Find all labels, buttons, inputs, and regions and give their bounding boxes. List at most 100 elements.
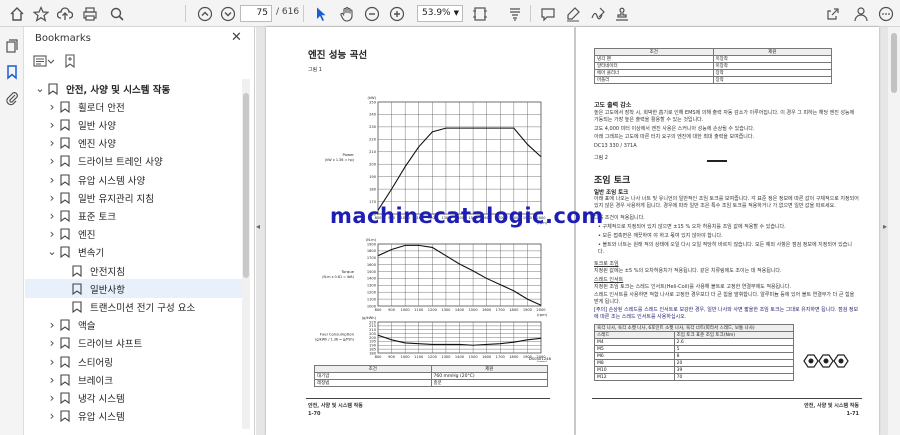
torque-table-body: M4 2.6 M5 5 M6 8 M8 20 M10 39 M12 70 [594,338,795,381]
scroll-mode-icon[interactable] [505,4,525,23]
table-cell: 냉각 팬 [594,55,714,63]
bookmark-item[interactable]: › 스티어링 [25,352,247,371]
bookmark-item[interactable]: › 드라이브 트레인 사양 [25,152,247,171]
bookmark-item[interactable]: › 냉각 시스템 [25,388,247,407]
comment-icon[interactable] [538,4,558,23]
bookmark-item[interactable]: 일반사항 [25,279,247,299]
chevron-right-icon[interactable]: › [47,192,57,204]
user-icon[interactable] [851,4,871,23]
viewer-scrollbar[interactable] [888,27,900,435]
x-tick-label: 900 [388,308,396,312]
bookmark-item[interactable]: › 일반 유지관리 지침 [25,188,247,207]
bookmark-item[interactable]: › 엔진 사양 [25,134,247,153]
bookmark-item[interactable]: › 유압 시스템 사양 [25,170,247,189]
table-cell: 머플러 [594,76,714,84]
right-page: 조건 제원 냉각 팬 미장착 알터네이터 미장착 에어 클리너 장착 머플러 장착 고도 … [576,27,879,435]
chevron-right-icon[interactable]: › [47,174,57,186]
figure-label: 그림 2 [594,155,608,161]
scroll-left-arrow-icon[interactable]: ◂ [256,222,260,231]
stamp-icon[interactable] [612,4,632,23]
y-tick-label: 220 [369,138,377,142]
chevron-right-icon[interactable]: › [47,210,57,222]
bookmarks-icon[interactable] [2,62,22,81]
table-header: 제원 [712,48,832,56]
panel-tools [33,54,77,72]
table-row: M8 20 [594,359,795,367]
highlight-icon[interactable] [563,4,583,23]
bookmark-item[interactable]: ⌄ 안전, 사양 및 시스템 작동 [25,79,247,98]
chevron-right-icon[interactable]: › [47,319,57,331]
bookmark-item[interactable]: › 드라이브 샤프트 [25,334,247,353]
condition-table-continued: 조건 제원 냉각 팬 미장착 알터네이터 미장착 에어 클리너 장착 머플러 장착 [594,48,832,84]
zoom-out-icon[interactable] [362,4,382,23]
chevron-right-icon[interactable]: › [47,119,57,131]
bookmark-item[interactable]: › 액슬 [25,316,247,335]
torque-link[interactable]: 토크로 조임 [594,261,619,268]
bookmark-item[interactable]: ⌄ 변속기 [25,243,247,262]
panel-scrollbar[interactable] [242,79,250,429]
y-tick-label: 1200 [367,291,377,295]
bookmark-star-icon[interactable] [31,4,51,23]
bookmark-label: 드라이브 샤프트 [78,339,143,351]
bookmark-item[interactable]: 트랜스미션 전기 구성 요소 [25,297,247,316]
table-cell: M5 [594,345,675,353]
chevron-down-icon[interactable]: ⌄ [47,246,57,257]
x-tick-label: 1800 [509,355,519,359]
chevron-right-icon[interactable]: › [47,410,57,422]
chevron-right-icon[interactable]: › [47,101,57,113]
home-icon[interactable] [7,4,27,23]
page-thumbnails-icon[interactable] [2,36,22,55]
zoom-in-icon[interactable] [387,4,407,23]
panel-scroll-thumb[interactable] [243,93,249,278]
close-icon[interactable]: ✕ [231,30,242,45]
scroll-right-arrow-icon[interactable]: ▸ [883,222,887,231]
thread-insert-link[interactable]: 스레드 인서트 [594,277,623,284]
sign-icon[interactable] [588,4,608,23]
chevron-down-icon[interactable]: ⌄ [35,83,45,94]
y-tick-label: 180 [369,351,377,355]
bookmark-item[interactable]: › 표준 토크 [25,206,247,225]
chevron-right-icon[interactable]: › [47,137,57,149]
chevron-right-icon[interactable]: › [47,155,57,167]
print-icon[interactable] [80,4,100,23]
zoom-value: 53.9% [422,8,451,18]
upload-icon[interactable] [55,4,75,23]
bookmark-item[interactable]: 안전지침 [25,261,247,280]
bookmark-item[interactable]: › 엔진 [25,225,247,244]
bookmark-item[interactable]: › 휠로더 안전 [25,97,247,116]
bookmark-label: 엔진 [78,230,96,242]
zoom-level-select[interactable]: 53.9% ▼ [417,5,463,22]
bookmark-item[interactable]: › 일반 사양 [25,115,247,134]
bookmark-label: 표준 토크 [78,211,116,223]
y-tick-label: 240 [369,113,377,117]
y-tick-label: 1000 [367,304,377,308]
x-tick-label: 1300 [441,355,451,359]
x-tick-label: 1100 [414,308,424,312]
select-cursor-icon[interactable] [311,4,331,23]
table-cell: 충분 [430,379,548,387]
hand-icon[interactable] [337,4,357,23]
y-tick-label: 1800 [367,249,377,253]
y-tick-label: 210 [369,328,377,332]
attachments-icon[interactable] [2,88,22,107]
chevron-right-icon[interactable]: › [47,374,57,386]
search-icon[interactable] [107,4,127,23]
bookmark-item[interactable]: › 브레이크 [25,370,247,389]
y-tick-label: 200 [369,163,377,167]
options-menu-icon[interactable] [33,54,55,72]
page-down-icon[interactable] [218,4,238,23]
chevron-right-icon[interactable]: › [47,356,57,368]
fit-page-icon[interactable] [470,4,490,23]
more-icon[interactable] [876,4,896,23]
bookmark-item[interactable]: › 유압 시스템 [25,407,247,426]
page-number-input[interactable]: 75 [240,5,272,22]
add-bookmark-icon[interactable] [63,54,77,72]
bookmark-label: 변속기 [78,248,105,260]
chevron-right-icon[interactable]: › [47,337,57,349]
page-up-icon[interactable] [195,4,215,23]
chevron-right-icon[interactable]: › [47,392,57,404]
share-link-icon[interactable] [823,4,843,23]
bookmark-label: 드라이브 트레인 사양 [78,157,163,169]
viewer-scroll-thumb[interactable] [891,33,897,93]
chevron-right-icon[interactable]: › [47,228,57,240]
